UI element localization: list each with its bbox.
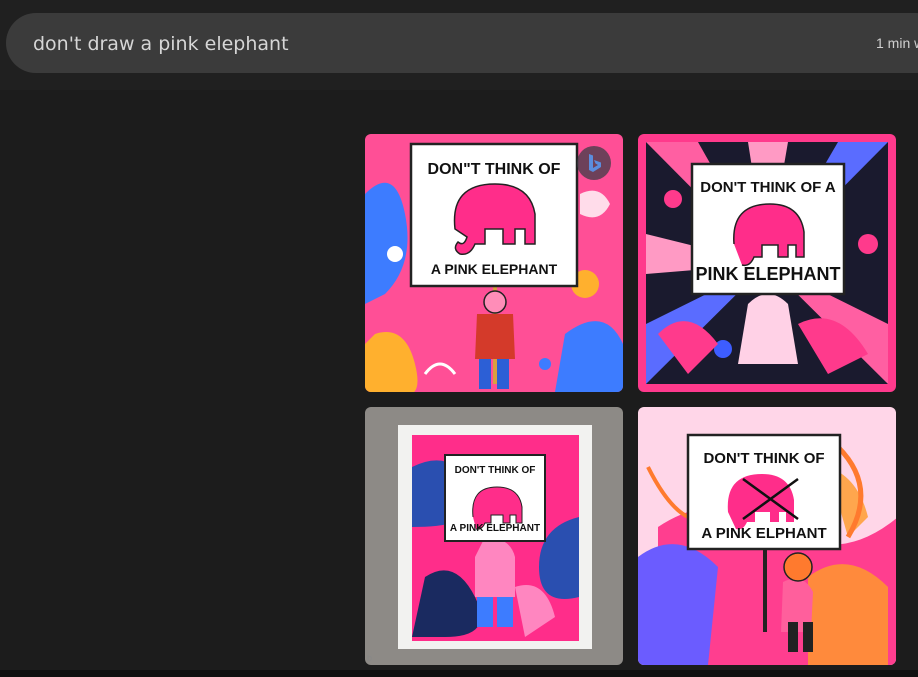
result-image-1[interactable]: DON"T THINK OF A PINK ELEPHANT — [365, 134, 623, 392]
image-2-illustration: DON'T THINK OF A PINK ELEPHANT — [638, 134, 896, 392]
result-image-3[interactable]: DON'T THINK OF A PINK ELEPHANT b — [365, 407, 623, 665]
top-bar: don't draw a pink elephant 1 min w — [0, 0, 918, 90]
bottom-edge — [0, 670, 918, 677]
bing-logo-icon[interactable] — [577, 146, 611, 180]
image-4-sign-line2: A PINK ELPHANT — [701, 525, 826, 542]
search-query-text[interactable]: don't draw a pink elephant — [33, 33, 289, 55]
result-image-4[interactable]: DON'T THINK OF A PINK ELPHANT — [638, 407, 896, 665]
image-3-sign-line2: A PINK ELEPHANT — [450, 523, 540, 534]
search-box[interactable]: don't draw a pink elephant 1 min w — [6, 13, 918, 73]
image-4-illustration: DON'T THINK OF A PINK ELPHANT — [638, 407, 896, 665]
image-3-illustration: DON'T THINK OF A PINK ELEPHANT — [365, 407, 623, 665]
image-2-sign-line1: DON'T THINK OF A — [700, 179, 836, 196]
result-image-2[interactable]: DON'T THINK OF A PINK ELEPHANT — [638, 134, 896, 392]
time-label: 1 min w — [876, 35, 918, 51]
image-3-sign-line1: DON'T THINK OF — [455, 465, 536, 476]
image-4-sign-line1: DON'T THINK OF — [703, 450, 824, 467]
image-2-sign-line2: PINK ELEPHANT — [695, 264, 840, 284]
image-1-sign-line2: A PINK ELEPHANT — [431, 261, 558, 277]
image-1-sign-line1: DON"T THINK OF — [428, 161, 561, 178]
bing-watermark-icon: b — [367, 653, 373, 663]
